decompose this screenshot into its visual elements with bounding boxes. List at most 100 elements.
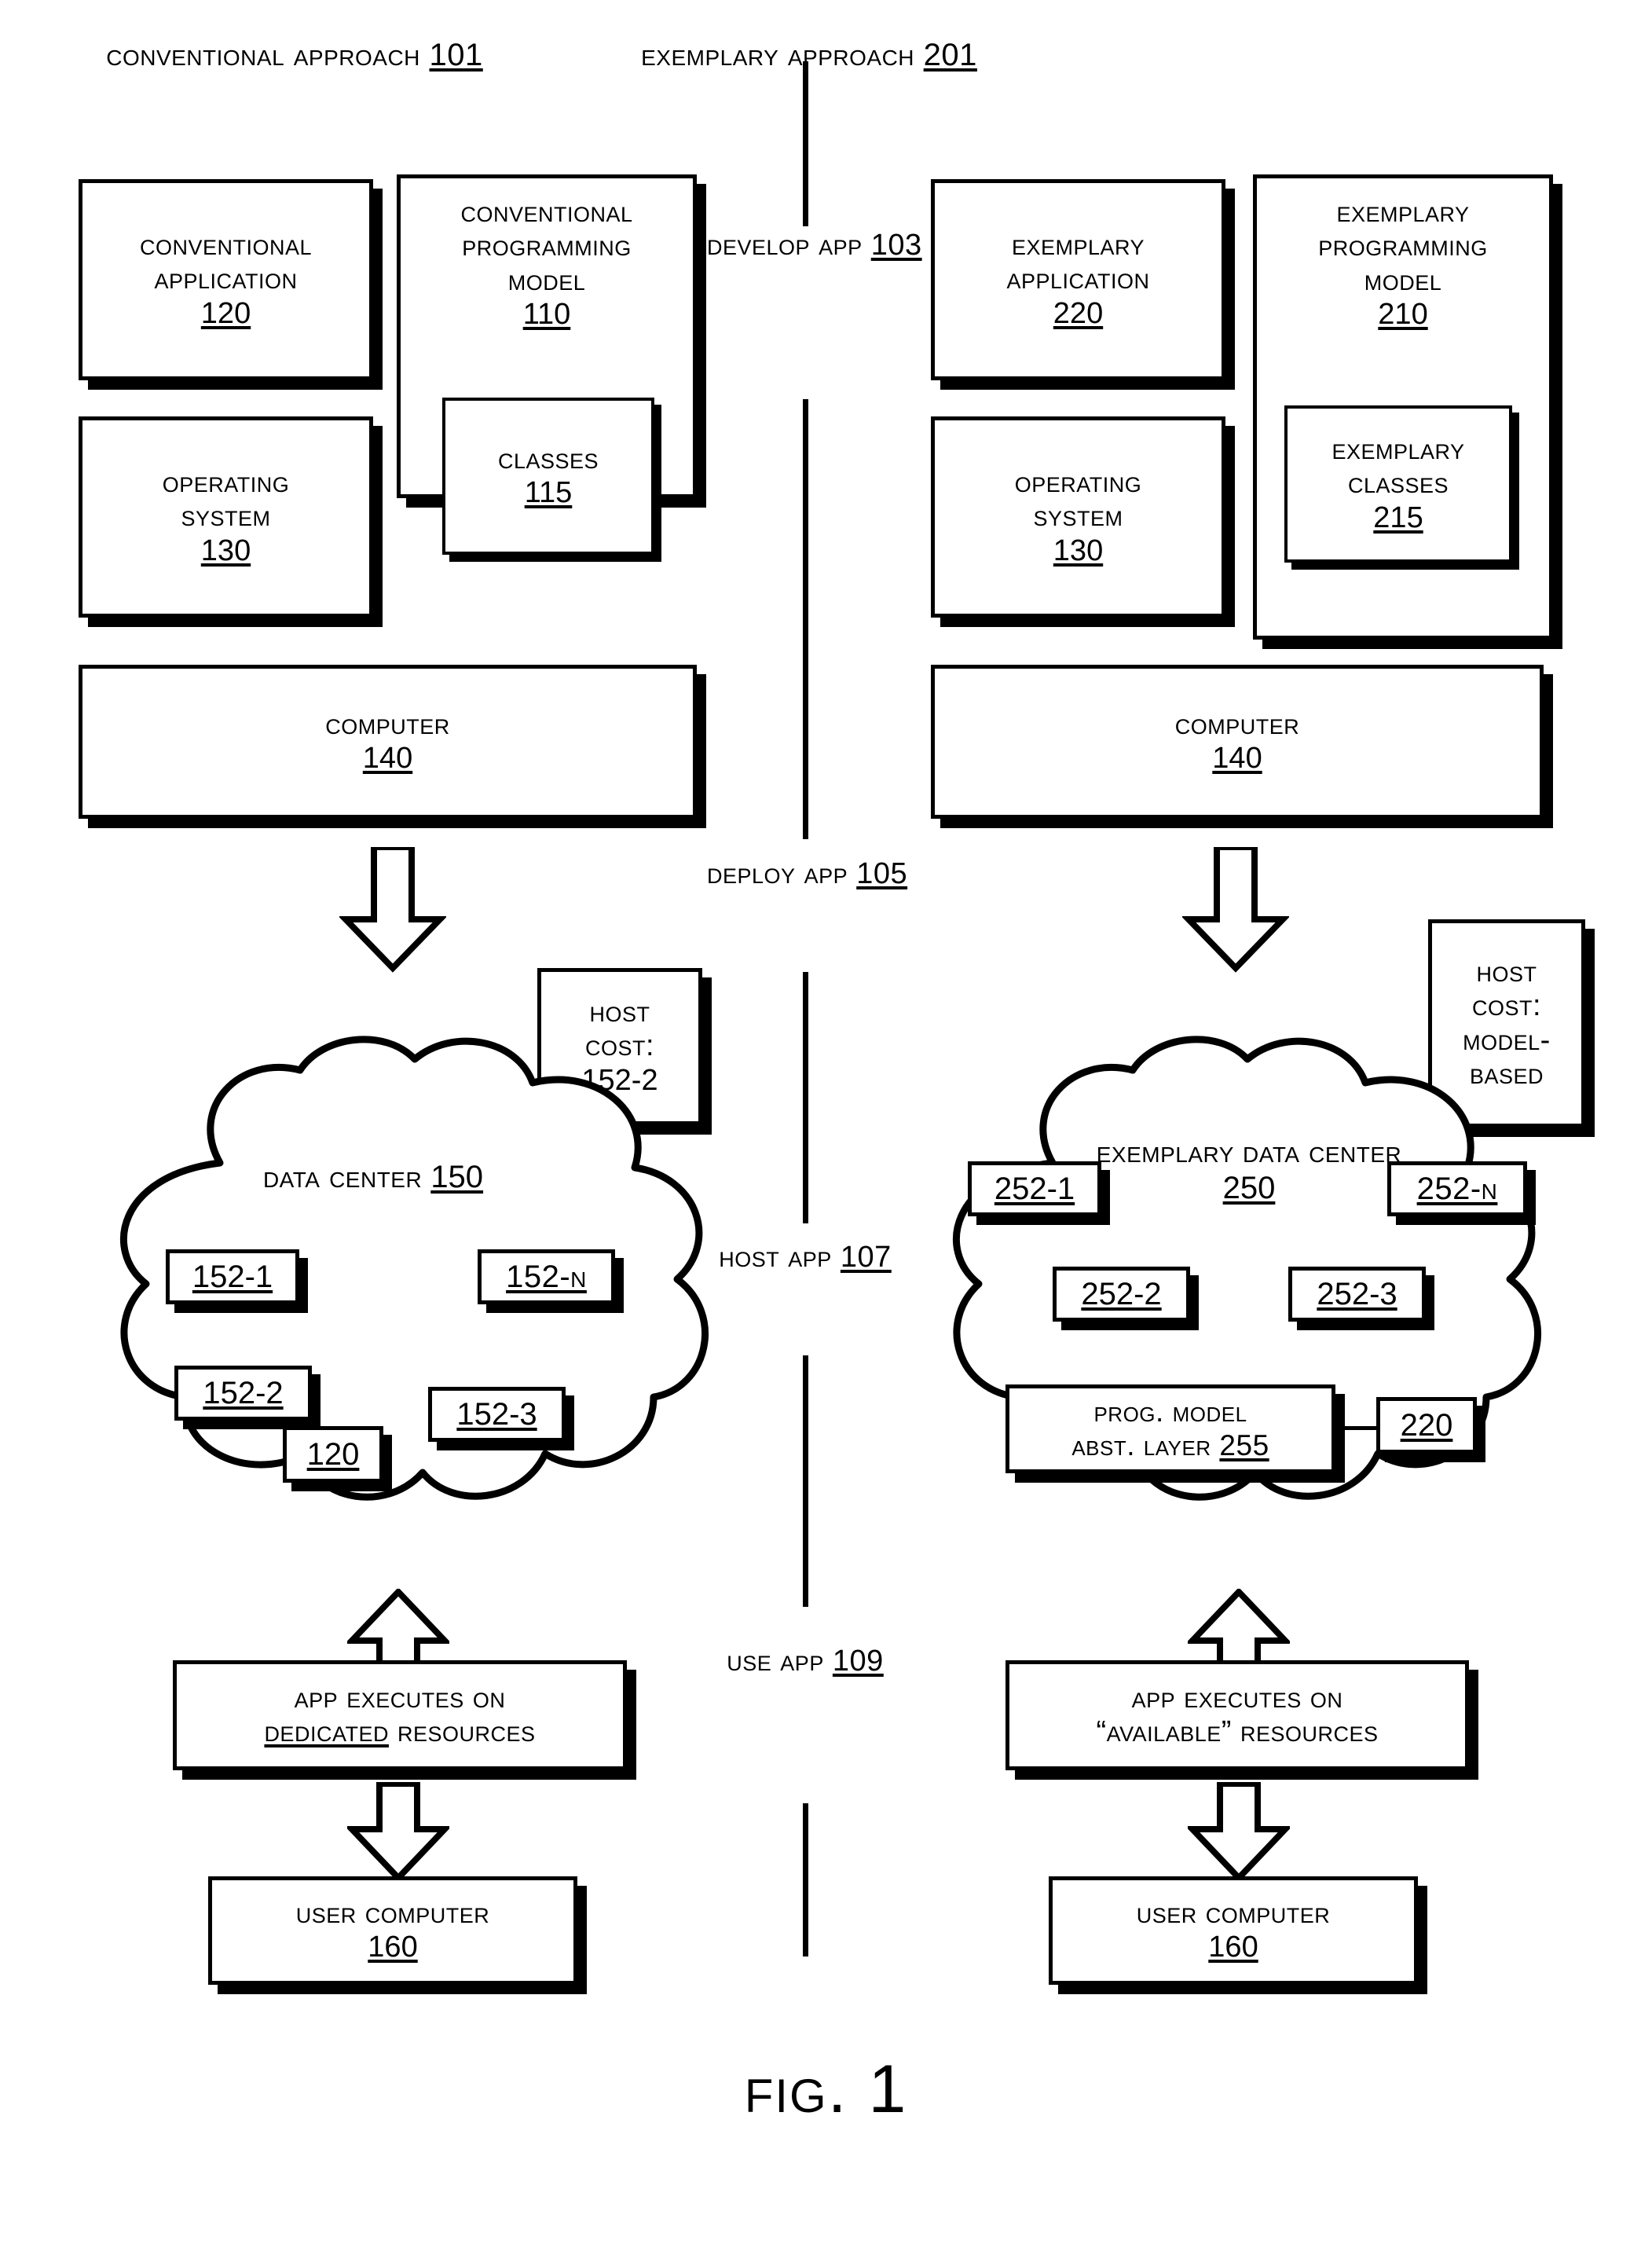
stage-use-ref: 109 (832, 1645, 884, 1678)
right-resource-252-2-label: 252-2 (1081, 1276, 1162, 1311)
right-resource-252-1-label: 252-1 (994, 1171, 1075, 1206)
stage-deploy-line2: App (804, 857, 848, 890)
right-resource-220-label: 220 (1400, 1407, 1453, 1443)
left-resource-chip-152-N: 152-N (478, 1249, 615, 1304)
left-exec-emph: Dedicated (264, 1715, 389, 1748)
conv-pm-line3: Model (507, 263, 586, 297)
left-resource-chip-152-3: 152-3 (428, 1387, 566, 1442)
figure-caption: FIG. 1 (744, 2052, 908, 2127)
right-host-cost-line1: Host (1476, 955, 1537, 988)
stage-host-ref: 107 (840, 1241, 892, 1274)
stage-label-deploy-app: Deploy App 105 (707, 856, 907, 891)
right-computer-box: Computer 140 (931, 665, 1544, 819)
abst-layer-ref: 255 (1219, 1428, 1269, 1461)
right-resource-252-3-label: 252-3 (1317, 1276, 1397, 1311)
divider-segment-3 (803, 972, 808, 1223)
exp-classes-line2: Classes (1347, 467, 1449, 501)
left-column-heading-ref: 101 (429, 38, 483, 72)
right-data-center-title: Exemplary Data Center 250 (1076, 1134, 1422, 1206)
left-user-computer-box: User Computer 160 (208, 1876, 577, 1985)
left-column-heading: Conventional Approach 101 (75, 38, 515, 73)
right-os-line1: Operating (1014, 466, 1142, 500)
left-os-line2: System (181, 500, 271, 534)
right-computer-ref: 140 (1212, 742, 1262, 775)
right-column-heading: Exemplary Approach 201 (542, 38, 1076, 73)
stage-host-line2: App (788, 1241, 832, 1274)
right-dc-line1: Exemplary (1096, 1135, 1234, 1169)
left-resource-152-N-label: 152-N (506, 1259, 587, 1294)
left-os-line1: Operating (162, 466, 290, 500)
left-resource-chip-152-1: 152-1 (166, 1249, 299, 1304)
right-deploy-arrow-icon (1182, 847, 1289, 973)
left-user-computer-line1: User Computer (295, 1896, 490, 1930)
stage-develop-line1: Develop (707, 229, 811, 262)
conv-pm-line1: Conventional (460, 196, 633, 229)
right-user-computer-ref: 160 (1208, 1931, 1258, 1964)
prog-model-abstraction-layer-box: Prog. Model Abst. Layer 255 (1005, 1384, 1335, 1473)
exp-app-line2: Application (1006, 262, 1150, 296)
right-column-heading-ref: 201 (923, 38, 977, 72)
left-exec-suffix: Resources (388, 1715, 536, 1748)
right-os-line2: System (1033, 500, 1123, 534)
abst-layer-line2-text: Abst. Layer (1071, 1428, 1211, 1461)
left-user-computer-ref: 160 (368, 1931, 418, 1964)
conventional-classes-box: Classes 115 (442, 398, 654, 555)
divider-segment-1 (803, 61, 808, 226)
left-deploy-arrow-icon (339, 847, 446, 973)
right-exec-line2: “Available” Resources (1096, 1715, 1379, 1748)
conventional-application-box: Conventional Application 120 (79, 179, 373, 380)
exp-pm-line2: Programming (1318, 229, 1488, 263)
exemplary-application-box: Exemplary Application 220 (931, 179, 1225, 380)
stage-develop-line2: App (819, 229, 863, 262)
left-resource-chip-152-2: 152-2 (174, 1366, 312, 1421)
stage-use-line1: Use (727, 1645, 772, 1678)
exemplary-classes-box: Exemplary Classes 215 (1284, 405, 1512, 563)
left-user-down-arrow-icon (347, 1782, 449, 1881)
left-resource-152-3-label: 152-3 (456, 1396, 537, 1432)
left-exec-line1: App Executes on (294, 1681, 506, 1714)
right-user-down-arrow-icon (1188, 1782, 1290, 1881)
left-dc-ref: 150 (430, 1160, 484, 1194)
conv-classes-ref: 115 (524, 476, 573, 509)
conv-app-line1: Conventional (139, 229, 313, 262)
left-computer-box: Computer 140 (79, 665, 697, 819)
stage-deploy-ref: 105 (856, 857, 908, 890)
abst-layer-line2: Abst. Layer 255 (1071, 1429, 1269, 1462)
left-operating-system-box: Operating System 130 (79, 416, 373, 618)
conv-pm-ref: 110 (522, 297, 571, 331)
exp-pm-line3: Model (1364, 263, 1442, 297)
right-dc-line2: Data Center (1243, 1135, 1402, 1169)
right-operating-system-box: Operating System 130 (931, 416, 1225, 618)
exp-app-line1: Exemplary (1011, 229, 1145, 262)
conv-app-ref: 120 (200, 296, 251, 330)
left-exec-line2: Dedicated Resources (264, 1715, 535, 1749)
exp-pm-ref: 210 (1378, 297, 1428, 331)
right-resource-chip-220: 220 (1376, 1397, 1477, 1454)
conv-app-line2: Application (154, 262, 298, 296)
right-user-computer-line1: User Computer (1136, 1896, 1331, 1930)
left-dc-line1: Data Center (262, 1160, 423, 1194)
right-host-cost-line2: Cost: (1471, 989, 1542, 1023)
right-resource-252-N-label: 252-N (1416, 1171, 1498, 1206)
right-resource-chip-252-2: 252-2 (1053, 1267, 1190, 1322)
abst-layer-line1: Prog. Model (1093, 1395, 1247, 1428)
left-column-heading-text: Conventional Approach (106, 38, 420, 72)
right-execution-box: App Executes on “Available” Resources (1005, 1660, 1469, 1770)
right-dc-ref: 250 (1222, 1171, 1276, 1205)
right-user-computer-box: User Computer 160 (1049, 1876, 1418, 1985)
divider-segment-2 (803, 399, 808, 839)
left-os-ref: 130 (200, 534, 251, 567)
right-os-ref: 130 (1053, 534, 1104, 567)
exp-app-ref: 220 (1053, 296, 1104, 330)
left-computer-line1: Computer (325, 707, 450, 741)
left-resource-152-1-label: 152-1 (192, 1259, 273, 1294)
exp-pm-line1: Exemplary (1336, 196, 1470, 229)
stage-develop-ref: 103 (870, 229, 922, 262)
right-computer-line1: Computer (1174, 707, 1300, 741)
stage-deploy-line1: Deploy (707, 857, 796, 890)
left-resource-chip-120: 120 (283, 1426, 383, 1483)
stage-label-develop-app: Develop App 103 (707, 228, 921, 262)
abstraction-layer-to-app-connector (1335, 1426, 1376, 1430)
divider-segment-5 (803, 1803, 808, 1956)
right-column-heading-text: Exemplary Approach (641, 38, 915, 72)
